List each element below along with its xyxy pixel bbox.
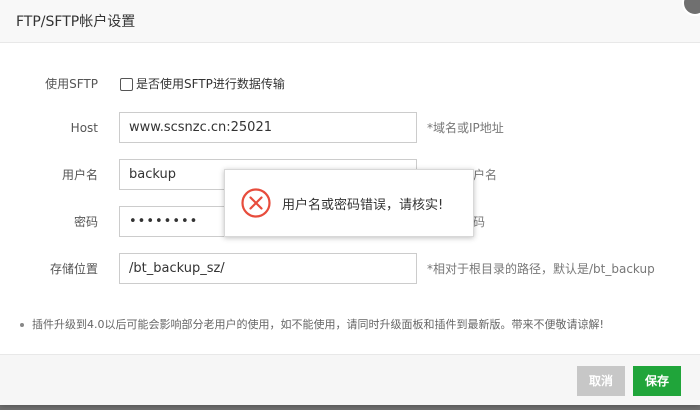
- dialog-header: FTP/SFTP帐户设置: [0, 0, 700, 43]
- path-row: 存储位置 /bt_backup_sz/ *相对于根目录的路径，默认是/bt_ba…: [0, 252, 700, 286]
- sftp-checkbox[interactable]: [120, 78, 133, 91]
- path-hint: *相对于根目录的路径，默认是/bt_backup: [427, 262, 655, 276]
- toast-message: 用户名或密码错误，请核实!: [282, 198, 444, 213]
- path-input[interactable]: /bt_backup_sz/: [119, 253, 417, 284]
- bullet-icon: [20, 323, 24, 327]
- cancel-button[interactable]: 取消: [577, 366, 625, 396]
- save-button[interactable]: 保存: [633, 366, 681, 396]
- host-label: Host: [70, 121, 98, 135]
- username-label: 用户名: [61, 168, 98, 182]
- password-hint: 码: [473, 215, 486, 229]
- host-hint: *域名或IP地址: [427, 121, 504, 135]
- path-label: 存储位置: [49, 262, 98, 276]
- dialog-footer: 取消 保存: [0, 354, 700, 405]
- sftp-checkbox-label[interactable]: 是否使用SFTP进行数据传输: [136, 67, 285, 101]
- password-label: 密码: [73, 215, 98, 229]
- notice-text: 插件升级到4.0以后可能会影响部分老用户的使用，如不能使用，请同时升级面板和插件…: [32, 318, 604, 331]
- upgrade-notice: 插件升级到4.0以后可能会影响部分老用户的使用，如不能使用，请同时升级面板和插件…: [20, 316, 604, 332]
- host-input[interactable]: www.scsnzc.cn:25021: [119, 112, 417, 143]
- sftp-label: 使用SFTP: [45, 77, 98, 91]
- dialog-title: FTP/SFTP帐户设置: [16, 14, 136, 30]
- ftp-settings-dialog: FTP/SFTP帐户设置 使用SFTP 是否使用SFTP进行数据传输 Host …: [0, 0, 700, 405]
- error-x-circle-icon: [241, 188, 271, 218]
- error-toast: 用户名或密码错误，请核实!: [224, 169, 474, 237]
- username-hint: 户名: [473, 168, 498, 182]
- host-row: Host www.scsnzc.cn:25021 *域名或IP地址: [0, 111, 700, 145]
- sftp-row: 使用SFTP 是否使用SFTP进行数据传输: [0, 67, 700, 101]
